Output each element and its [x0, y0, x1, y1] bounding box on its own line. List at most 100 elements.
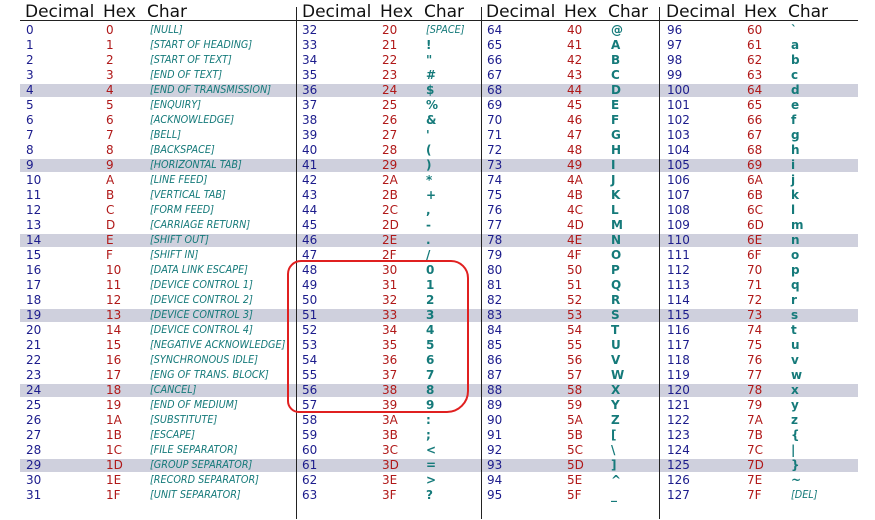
char-cell: l [791, 203, 796, 217]
char-cell: , [426, 203, 431, 217]
char-cell: [DEVICE CONTROL 3] [150, 309, 253, 321]
char-cell: ) [426, 158, 432, 172]
hex-cell: 5A [567, 413, 583, 427]
char-cell: R [611, 293, 621, 307]
char-cell: ( [426, 143, 432, 157]
hex-cell: 10 [106, 263, 122, 277]
decimal-cell: 96 [667, 23, 683, 37]
hex-cell: 60 [747, 23, 763, 37]
char-cell: [ [611, 428, 617, 442]
decimal-cell: 117 [667, 338, 690, 352]
char-cell: [CARRIAGE RETURN] [150, 219, 251, 231]
hex-cell: 27 [382, 128, 398, 142]
char-cell: $ [426, 83, 435, 97]
decimal-cell: 5 [26, 98, 34, 112]
hex-cell: 0 [106, 23, 114, 37]
hex-cell: 55 [567, 338, 583, 352]
char-cell: [START OF TEXT] [150, 54, 232, 66]
hex-cell: 63 [747, 68, 763, 82]
hex-cell: 77 [747, 368, 763, 382]
hex-cell: 43 [567, 68, 583, 82]
char-cell: \ [611, 443, 616, 457]
decimal-cell: 35 [302, 68, 318, 82]
header-underline [481, 20, 661, 21]
decimal-cell: 33 [302, 38, 318, 52]
char-cell: | [791, 443, 796, 457]
char-cell: [HORIZONTAL TAB] [150, 159, 242, 171]
decimal-cell: 120 [667, 383, 690, 397]
hex-cell: 1E [106, 473, 122, 487]
decimal-cell: 78 [487, 233, 503, 247]
decimal-cell: 66 [487, 53, 503, 67]
decimal-cell: 69 [487, 98, 503, 112]
hex-cell: 44 [567, 83, 583, 97]
decimal-cell: 105 [667, 158, 690, 172]
hex-cell: 58 [567, 383, 583, 397]
decimal-cell: 118 [667, 353, 690, 367]
decimal-cell: 36 [302, 83, 318, 97]
decimal-cell: 106 [667, 173, 690, 187]
char-cell: y [791, 398, 799, 412]
decimal-cell: 124 [667, 443, 690, 457]
char-cell: K [611, 188, 621, 202]
char-cell: @ [611, 23, 623, 37]
decimal-cell: 116 [667, 323, 690, 337]
row-highlight [20, 234, 858, 247]
hex-cell: 5E [567, 473, 583, 487]
char-cell: { [791, 428, 800, 442]
char-cell: [GROUP SEPARATOR] [150, 459, 253, 471]
decimal-cell: 80 [487, 263, 503, 277]
decimal-cell: 115 [667, 308, 690, 322]
hex-cell: 6C [747, 203, 764, 217]
char-cell: Z [611, 413, 620, 427]
hex-cell: 4F [567, 248, 582, 262]
hex-cell: 42 [567, 53, 583, 67]
hex-cell: 6B [747, 188, 763, 202]
hex-cell: 8 [106, 143, 114, 157]
hex-cell: 62 [747, 53, 763, 67]
decimal-cell: 73 [487, 158, 503, 172]
decimal-cell: 22 [26, 353, 42, 367]
char-cell: ; [426, 428, 431, 442]
char-cell: k [791, 188, 799, 202]
hex-cell: 26 [382, 113, 398, 127]
hex-cell: 25 [382, 98, 398, 112]
decimal-cell: 86 [487, 353, 503, 367]
char-cell: [SYNCHRONOUS IDLE] [150, 354, 258, 366]
decimal-cell: 102 [667, 113, 690, 127]
decimal-cell: 42 [302, 173, 318, 187]
char-cell: V [611, 353, 621, 367]
char-cell: [VERTICAL TAB] [150, 189, 226, 201]
decimal-cell: 87 [487, 368, 503, 382]
hex-cell: 51 [567, 278, 583, 292]
decimal-cell: 79 [487, 248, 503, 262]
hex-cell: 3A [382, 413, 398, 427]
decimal-cell: 43 [302, 188, 318, 202]
char-cell: = [426, 458, 437, 472]
row-highlight [20, 459, 858, 472]
hex-cell: 64 [747, 83, 763, 97]
hex-cell: 61 [747, 38, 763, 52]
hex-cell: 4C [567, 203, 584, 217]
decimal-cell: 108 [667, 203, 690, 217]
decimal-cell: 81 [487, 278, 503, 292]
hex-cell: 65 [747, 98, 763, 112]
hex-cell: 28 [382, 143, 398, 157]
decimal-cell: 29 [26, 458, 42, 472]
char-cell: & [426, 113, 437, 127]
char-cell: % [426, 98, 439, 112]
hex-cell: E [106, 233, 114, 247]
decimal-cell: 125 [667, 458, 690, 472]
hex-cell: 18 [106, 383, 122, 397]
decimal-cell: 121 [667, 398, 690, 412]
char-cell: " [426, 53, 433, 67]
decimal-cell: 45 [302, 218, 318, 232]
decimal-cell: 34 [302, 53, 318, 67]
decimal-cell: 37 [302, 98, 318, 112]
hex-cell: 2D [382, 218, 399, 232]
decimal-cell: 2 [26, 53, 34, 67]
decimal-cell: 100 [667, 83, 690, 97]
decimal-cell: 31 [26, 488, 42, 502]
decimal-cell: 38 [302, 113, 318, 127]
char-cell: [DEL] [791, 489, 818, 501]
